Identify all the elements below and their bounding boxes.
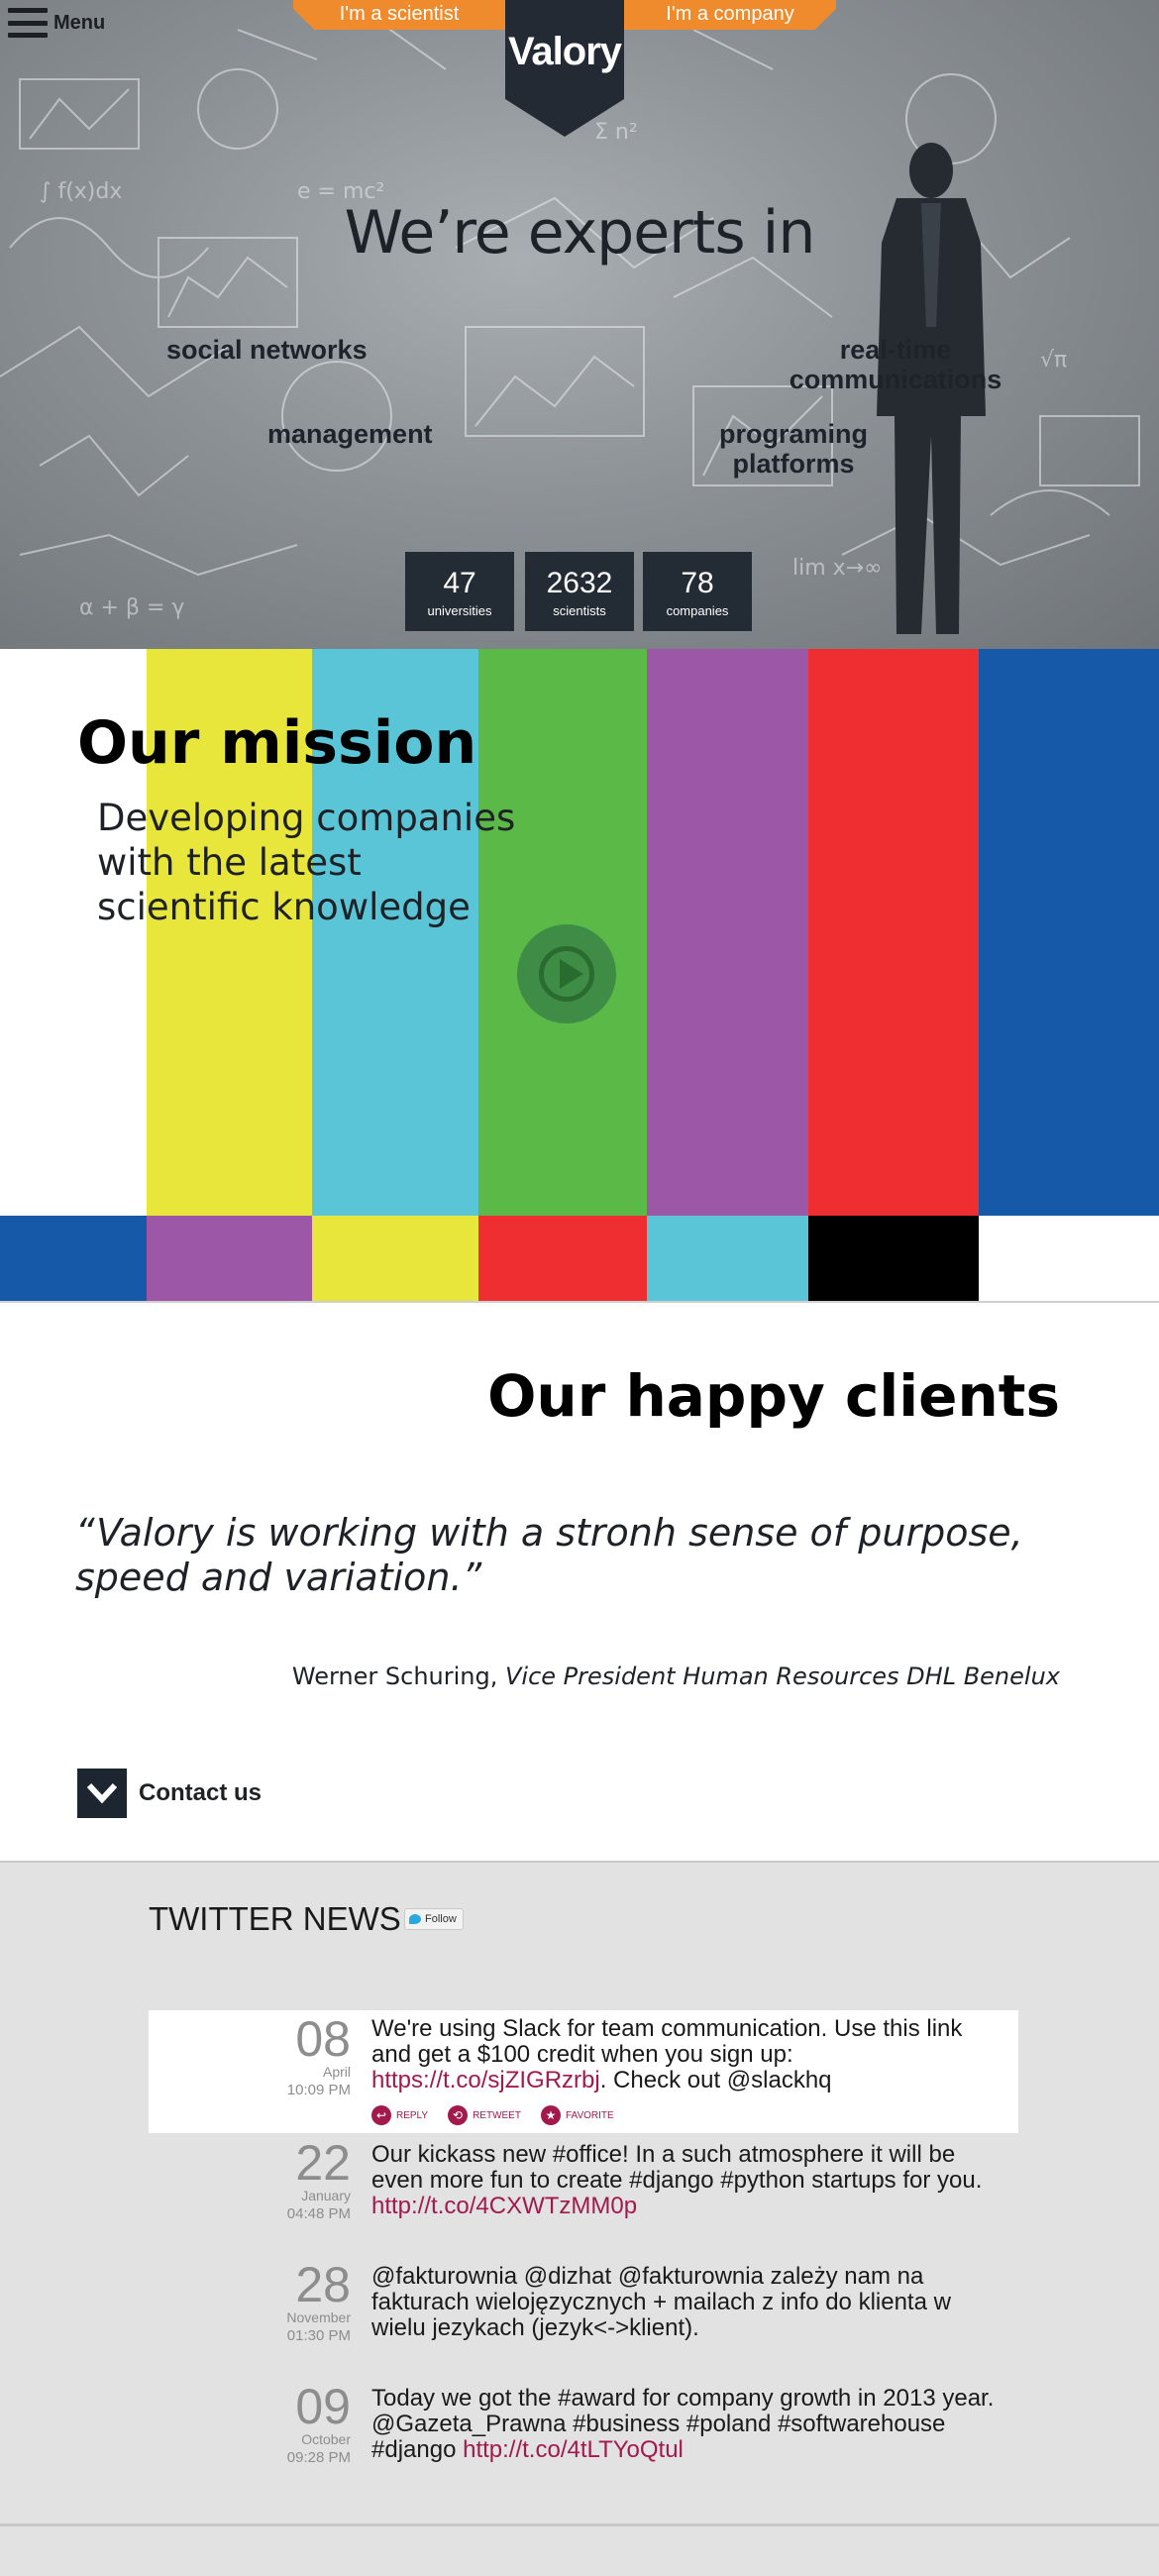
favorite-label: FAVORITE xyxy=(565,2109,614,2121)
stat-universities-value: 47 xyxy=(443,567,476,599)
color-bar-bottom-black xyxy=(808,1216,979,1301)
tweet-link[interactable]: http://t.co/4CXWTzMM0p xyxy=(371,2193,637,2219)
twitter-heading: TWITTER NEWS xyxy=(149,1900,401,1937)
color-bar-blue xyxy=(979,649,1159,1216)
retweet-icon: ⟲ xyxy=(448,2105,469,2125)
keyword-management: management xyxy=(267,419,433,449)
color-bar-bottom-yellow xyxy=(312,1216,478,1301)
tweet-body-after: . Check out @slackhq xyxy=(599,2067,832,2093)
twitter-section: TWITTER NEWS Follow 08 April 10:09 PM We… xyxy=(0,1863,1159,2526)
stat-companies-label: companies xyxy=(666,603,729,618)
follow-label: Follow xyxy=(425,1913,457,1925)
stat-companies: 78 companies xyxy=(643,552,752,631)
stat-scientists-value: 2632 xyxy=(546,567,613,599)
hamburger-icon xyxy=(8,8,48,38)
quote-attribution: Werner Schuring, Vice President Human Re… xyxy=(292,1663,1060,1690)
tweet-text: Our kickass new #office! In a such atmos… xyxy=(371,2142,1005,2219)
tweet-item[interactable]: 22 January 04:48 PM Our kickass new #off… xyxy=(149,2138,1018,2247)
tweet-link[interactable]: https://t.co/sjZIGRzrbj xyxy=(371,2067,600,2093)
keyword-realtime-line1: real-time xyxy=(839,335,952,365)
quote-author-role: Vice President Human Resources DHL Benel… xyxy=(497,1663,1060,1690)
favorite-button[interactable]: ★ FAVORITE xyxy=(540,2105,614,2125)
contact-us-label: Contact us xyxy=(139,1779,263,1806)
tweet-item[interactable]: 08 April 10:09 PM We're using Slack for … xyxy=(149,2010,1018,2133)
tweet-month: January xyxy=(301,2188,351,2203)
mission-section: Our mission Developing companies with th… xyxy=(0,649,1159,1301)
reply-icon: ↩ xyxy=(371,2105,391,2125)
play-triangle xyxy=(560,959,583,989)
tweet-date: 22 January 04:48 PM xyxy=(149,2138,351,2223)
retweet-label: RETWEET xyxy=(473,2109,521,2121)
color-bar-purple xyxy=(647,649,808,1216)
keyword-realtime: real-time communications xyxy=(777,335,1014,394)
hero-section: ∫ f(x)dx e = mc² Σ n² √π lim x→∞ α + β =… xyxy=(0,0,1159,649)
star-icon: ★ xyxy=(540,2105,561,2125)
keyword-platforms-line2: platforms xyxy=(732,449,855,479)
svg-text:√π: √π xyxy=(1040,348,1067,373)
twitter-bird-icon xyxy=(409,1914,421,1924)
logo-wordmark: Valory xyxy=(507,30,622,73)
color-bar-bottom-red xyxy=(478,1216,647,1301)
clients-heading: Our happy clients xyxy=(487,1362,1060,1430)
tweet-day: 08 xyxy=(295,2011,351,2067)
menu-label: Menu xyxy=(53,11,106,34)
menu-button[interactable]: Menu xyxy=(8,8,105,38)
tweet-text: We're using Slack for team communication… xyxy=(371,2016,1005,2093)
tweet-date: 28 November 01:30 PM xyxy=(149,2260,351,2345)
keyword-platforms: programing platforms xyxy=(699,419,888,479)
color-bar-bottom-blue xyxy=(0,1216,147,1301)
contact-us-button[interactable]: Contact us xyxy=(77,1769,262,1818)
tweet-date: 08 April 10:09 PM xyxy=(149,2014,351,2099)
tweet-item[interactable]: 09 October 09:28 PM Today we got the #aw… xyxy=(149,2382,1018,2491)
tweet-month: November xyxy=(286,2309,351,2325)
stat-scientists: 2632 scientists xyxy=(525,552,634,631)
chevron-down-icon xyxy=(77,1769,127,1818)
color-bar-red xyxy=(808,649,979,1216)
mission-subtitle: Developing companies with the latest sci… xyxy=(97,797,516,928)
client-quote: “Valory is working with a stronh sense o… xyxy=(75,1511,1023,1599)
keyword-realtime-line2: communications xyxy=(789,365,1002,394)
twitter-follow-button[interactable]: Follow xyxy=(404,1908,464,1930)
tweet-text: Today we got the #award for company grow… xyxy=(371,2386,1005,2463)
svg-text:α + β = γ: α + β = γ xyxy=(79,595,184,620)
tweet-time: 04:48 PM xyxy=(286,2205,351,2222)
color-bar-bottom-cyan xyxy=(647,1216,808,1301)
tweet-time: 01:30 PM xyxy=(286,2327,351,2344)
color-bar-bottom-white xyxy=(979,1216,1159,1301)
color-bar-bottom-purple xyxy=(147,1216,312,1301)
tweet-time: 10:09 PM xyxy=(286,2082,351,2098)
tweet-text: @fakturownia @dizhat @fakturownia zależy… xyxy=(371,2264,1005,2341)
stat-scientists-label: scientists xyxy=(553,603,606,618)
mission-heading: Our mission xyxy=(77,708,477,778)
play-video-button[interactable] xyxy=(517,924,616,1023)
hero-title: We’re experts in xyxy=(344,198,816,268)
retweet-button[interactable]: ⟲ RETWEET xyxy=(448,2105,521,2125)
clients-section: Our happy clients “Valory is working wit… xyxy=(0,1301,1159,1863)
tweet-month: October xyxy=(301,2431,351,2447)
tweet-date: 09 October 09:28 PM xyxy=(149,2382,351,2467)
tweet-body: We're using Slack for team communication… xyxy=(371,2015,963,2068)
tweet-day: 22 xyxy=(295,2135,351,2191)
svg-text:lim x→∞: lim x→∞ xyxy=(792,556,882,581)
reply-button[interactable]: ↩ REPLY xyxy=(371,2105,428,2125)
keyword-platforms-line1: programing xyxy=(718,419,868,449)
reply-label: REPLY xyxy=(396,2109,429,2121)
tweet-time: 09:28 PM xyxy=(286,2449,351,2466)
quote-author: Werner Schuring, xyxy=(291,1663,498,1690)
stat-universities: 47 universities xyxy=(405,552,514,631)
keyword-social-networks: social networks xyxy=(166,335,368,365)
tweet-day: 28 xyxy=(295,2257,351,2312)
tab-scientist[interactable]: I'm a scientist xyxy=(293,0,505,30)
tweet-item[interactable]: 28 November 01:30 PM @fakturownia @dizha… xyxy=(149,2260,1018,2369)
tweet-body: Our kickass new #office! In a such atmos… xyxy=(371,2141,983,2194)
tweet-day: 09 xyxy=(295,2379,351,2434)
svg-text:Σ n²: Σ n² xyxy=(594,120,638,145)
tweet-body: @fakturownia @dizhat @fakturownia zależy… xyxy=(371,2263,951,2341)
stat-companies-value: 78 xyxy=(681,567,714,599)
stat-universities-label: universities xyxy=(427,603,492,618)
tab-company[interactable]: I'm a company xyxy=(624,0,836,30)
tweet-link[interactable]: http://t.co/4tLTYoQtul xyxy=(463,2436,684,2463)
tweet-actions: ↩ REPLY ⟲ RETWEET ★ FAVORITE xyxy=(371,2105,614,2125)
